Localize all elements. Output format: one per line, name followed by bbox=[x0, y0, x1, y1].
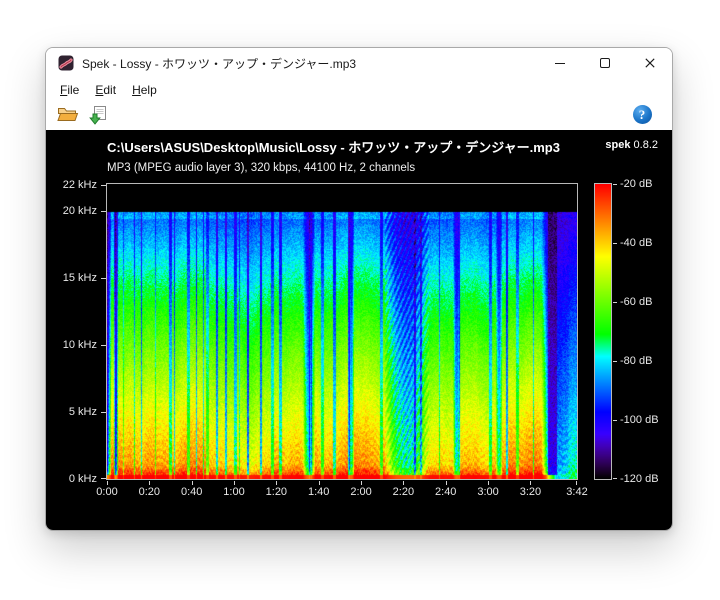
file-path-title: C:\Users\ASUS\Desktop\Music\Lossy - ホワッツ… bbox=[107, 137, 560, 156]
db-tick-mark bbox=[613, 478, 617, 479]
titlebar[interactable]: Spek - Lossy - ホワッツ・アップ・デンジャー.mp3 bbox=[46, 48, 672, 78]
menubar: File Edit Help bbox=[46, 78, 672, 101]
app-version: spek 0.8.2 bbox=[605, 139, 658, 151]
desktop: Spek - Lossy - ホワッツ・アップ・デンジャー.mp3 File E… bbox=[0, 0, 720, 600]
time-tick-mark bbox=[446, 481, 447, 485]
freq-tick-label: 0 kHz bbox=[46, 473, 97, 485]
freq-tick-label: 22 kHz bbox=[46, 179, 97, 191]
spectrogram-canvas bbox=[107, 184, 577, 479]
freq-tick-mark bbox=[101, 185, 106, 186]
time-tick-mark bbox=[319, 481, 320, 485]
time-tick-mark bbox=[276, 481, 277, 485]
save-button[interactable] bbox=[84, 102, 112, 128]
spectrogram-panel: C:\Users\ASUS\Desktop\Music\Lossy - ホワッツ… bbox=[46, 130, 672, 530]
toolbar: ? bbox=[46, 101, 672, 130]
time-tick-mark bbox=[530, 481, 531, 485]
menu-edit[interactable]: Edit bbox=[87, 80, 124, 100]
time-tick-mark bbox=[149, 481, 150, 485]
save-icon bbox=[88, 105, 108, 125]
freq-tick-label: 15 kHz bbox=[46, 272, 97, 284]
freq-tick-mark bbox=[101, 278, 106, 279]
db-tick-mark bbox=[613, 420, 617, 421]
time-tick-mark bbox=[488, 481, 489, 485]
time-tick-label: 1:20 bbox=[254, 486, 298, 498]
audio-format-info: MP3 (MPEG audio layer 3), 320 kbps, 4410… bbox=[107, 162, 415, 174]
close-button[interactable] bbox=[627, 48, 672, 78]
db-tick-label: -60 dB bbox=[620, 296, 652, 308]
time-tick-label: 0:20 bbox=[127, 486, 171, 498]
window-controls bbox=[537, 48, 672, 78]
db-tick-label: -40 dB bbox=[620, 237, 652, 249]
spek-window: Spek - Lossy - ホワッツ・アップ・デンジャー.mp3 File E… bbox=[45, 47, 673, 531]
db-tick-label: -20 dB bbox=[620, 178, 652, 190]
menu-file[interactable]: File bbox=[52, 80, 87, 100]
time-tick-label: 1:00 bbox=[212, 486, 256, 498]
time-tick-label: 3:20 bbox=[508, 486, 552, 498]
time-tick-mark bbox=[576, 481, 577, 485]
db-tick-label: -120 dB bbox=[620, 473, 659, 485]
time-tick-label: 2:40 bbox=[424, 486, 468, 498]
open-file-button[interactable] bbox=[54, 102, 82, 128]
freq-tick-mark bbox=[101, 412, 106, 413]
db-tick-mark bbox=[613, 361, 617, 362]
db-scale-bar bbox=[595, 184, 611, 479]
freq-tick-label: 10 kHz bbox=[46, 339, 97, 351]
db-tick-label: -100 dB bbox=[620, 414, 659, 426]
app-name-label: spek bbox=[605, 139, 630, 151]
help-button[interactable]: ? bbox=[628, 102, 656, 128]
close-icon bbox=[645, 58, 655, 68]
menu-help[interactable]: Help bbox=[124, 80, 165, 100]
time-tick-label: 0:00 bbox=[85, 486, 129, 498]
maximize-button[interactable] bbox=[582, 48, 627, 78]
time-tick-label: 2:20 bbox=[381, 486, 425, 498]
freq-tick-mark bbox=[101, 345, 106, 346]
time-tick-mark bbox=[361, 481, 362, 485]
time-tick-mark bbox=[234, 481, 235, 485]
freq-tick-label: 5 kHz bbox=[46, 406, 97, 418]
minimize-icon bbox=[555, 58, 565, 68]
db-tick-mark bbox=[613, 243, 617, 244]
open-folder-icon bbox=[57, 106, 79, 123]
help-icon: ? bbox=[633, 105, 652, 124]
db-tick-mark bbox=[613, 302, 617, 303]
minimize-button[interactable] bbox=[537, 48, 582, 78]
db-tick-mark bbox=[613, 184, 617, 185]
app-icon-bacon bbox=[58, 55, 74, 71]
freq-tick-label: 20 kHz bbox=[46, 205, 97, 217]
db-tick-label: -80 dB bbox=[620, 355, 652, 367]
time-tick-mark bbox=[192, 481, 193, 485]
time-tick-label: 3:42 bbox=[555, 486, 599, 498]
time-tick-label: 0:40 bbox=[170, 486, 214, 498]
time-tick-label: 2:00 bbox=[339, 486, 383, 498]
maximize-icon bbox=[600, 58, 610, 68]
freq-tick-mark bbox=[101, 211, 106, 212]
freq-tick-mark bbox=[101, 478, 106, 479]
version-number: 0.8.2 bbox=[634, 139, 658, 151]
time-tick-mark bbox=[403, 481, 404, 485]
time-tick-label: 1:40 bbox=[297, 486, 341, 498]
window-title: Spek - Lossy - ホワッツ・アップ・デンジャー.mp3 bbox=[82, 55, 537, 72]
time-tick-mark bbox=[107, 481, 108, 485]
time-tick-label: 3:00 bbox=[466, 486, 510, 498]
